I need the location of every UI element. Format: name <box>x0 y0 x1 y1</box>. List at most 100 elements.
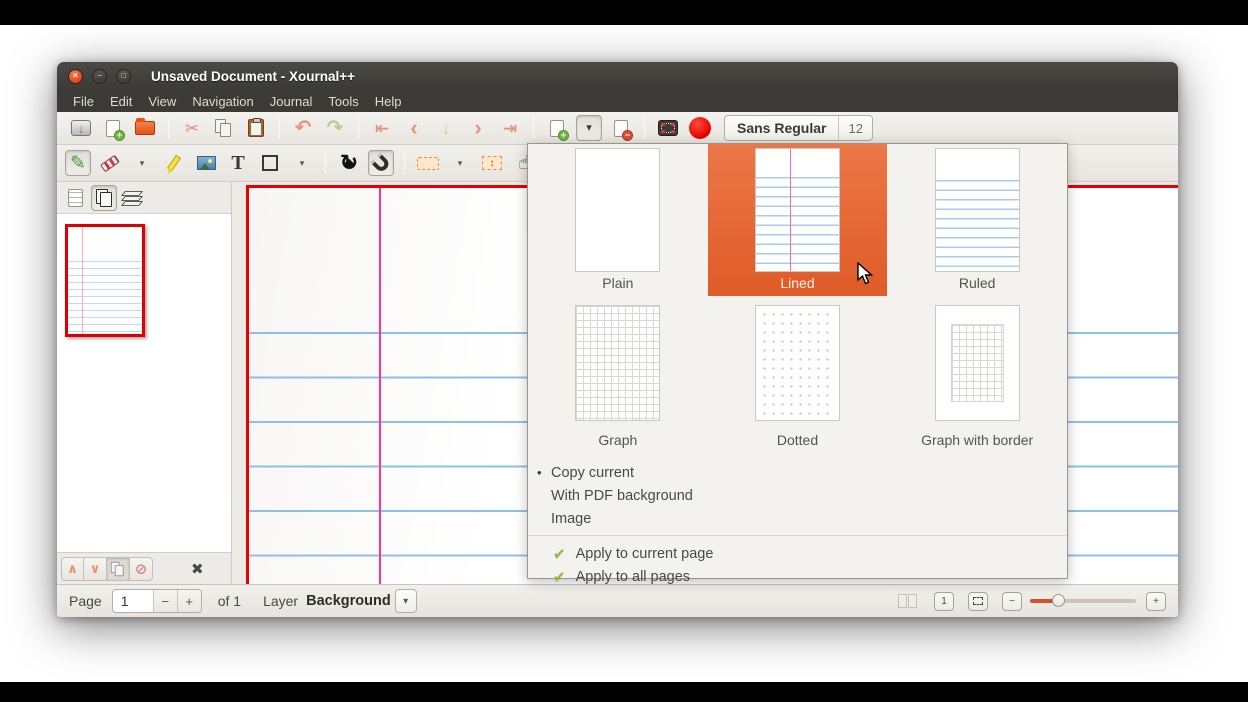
insert-image-button[interactable] <box>193 150 219 176</box>
move-page-up-button[interactable]: ∧ <box>61 557 84 581</box>
undo-icon: ↶ <box>295 118 312 138</box>
menu-navigation[interactable]: Navigation <box>184 92 261 111</box>
record-button[interactable] <box>687 115 713 141</box>
delete-page-sidebar-button[interactable]: ⊘ <box>130 557 153 581</box>
highlighter-tool-button[interactable] <box>161 150 187 176</box>
shape-options-button[interactable]: ▾ <box>289 150 315 176</box>
menu-journal[interactable]: Journal <box>262 92 321 111</box>
layer-2 <box>121 196 143 201</box>
page-count-label: of 1 <box>218 593 241 609</box>
pen-tool-button[interactable]: ✎ <box>65 150 91 176</box>
paste-button[interactable] <box>243 115 269 141</box>
page-template-dropdown-button[interactable]: ▾ <box>576 115 602 141</box>
fit-page-icon <box>973 597 983 605</box>
copy-page-button[interactable] <box>107 557 130 581</box>
menubar: File Edit View Navigation Journal Tools … <box>57 90 1178 112</box>
menu-help[interactable]: Help <box>367 92 410 111</box>
font-size: 12 <box>839 121 871 136</box>
option-label: With PDF background <box>551 488 693 504</box>
next-page-button[interactable]: › <box>465 115 491 141</box>
shape-tool-button[interactable] <box>257 150 283 176</box>
option-label: Image <box>551 511 591 527</box>
tab-layers[interactable] <box>120 185 146 211</box>
page-number-input[interactable]: 1 <box>113 593 153 609</box>
tab-page-preview[interactable] <box>91 185 117 211</box>
graph-grid <box>576 306 659 420</box>
close-button[interactable]: ✕ <box>68 69 83 84</box>
letterbox-bottom <box>0 682 1248 702</box>
template-plain[interactable]: Plain <box>528 144 708 296</box>
apply-to-current-page[interactable]: ✔ Apply to current page <box>528 542 1067 565</box>
last-page-icon: ⇥ <box>503 120 517 137</box>
cut-button[interactable]: ✂ <box>179 115 205 141</box>
font-selector-button[interactable]: Sans Regular 12 <box>724 115 873 141</box>
new-document-button[interactable]: + <box>100 115 126 141</box>
tab-contents[interactable] <box>62 185 88 211</box>
insert-page-button[interactable]: + <box>544 115 570 141</box>
selection-rectangle-icon <box>417 157 439 170</box>
first-page-button[interactable]: ⇤ <box>369 115 395 141</box>
redo-button[interactable]: ↷ <box>322 115 348 141</box>
lined-thumbnail <box>755 148 840 272</box>
zoom-slider-handle[interactable] <box>1052 594 1065 607</box>
menu-file[interactable]: File <box>65 92 102 111</box>
rotation-snapping-button[interactable]: ◆ ↻ <box>336 150 362 176</box>
dual-page-left <box>898 594 907 608</box>
minimize-icon: − <box>97 72 102 80</box>
statusbar: Page 1 − + of 1 Layer Background ▾ 1 − <box>57 584 1178 617</box>
zoom-out-icon: − <box>1009 596 1015 607</box>
magnet-icon <box>371 153 392 174</box>
open-button[interactable] <box>132 115 158 141</box>
last-page-button[interactable]: ⇥ <box>497 115 523 141</box>
sidebar-bottom-toolbar: ∧ ∨ ⊘ ✖ <box>57 552 231 584</box>
maximize-button[interactable]: □ <box>116 69 131 84</box>
fullscreen-button[interactable] <box>655 115 681 141</box>
eraser-tool-button[interactable] <box>97 150 123 176</box>
layer-dropdown-button[interactable]: ▾ <box>395 589 417 613</box>
page-thumbnail-selected[interactable] <box>65 224 145 337</box>
menu-tools[interactable]: Tools <box>320 92 366 111</box>
menu-view[interactable]: View <box>140 92 184 111</box>
copy-page-front <box>220 123 231 137</box>
graph-thumbnail <box>575 305 660 421</box>
zoom-fit-button[interactable] <box>968 592 988 611</box>
text-tool-button[interactable]: T <box>225 150 251 176</box>
delete-page-button[interactable]: − <box>608 115 634 141</box>
page-increment-button[interactable]: + <box>177 590 201 612</box>
open-folder-icon <box>135 121 155 135</box>
graph-border-thumbnail <box>935 305 1020 421</box>
zoom-slider[interactable] <box>1030 599 1136 603</box>
select-options-button[interactable]: ▾ <box>447 150 473 176</box>
previous-page-button[interactable]: ‹ <box>401 115 427 141</box>
minimize-button[interactable]: − <box>92 69 107 84</box>
eraser-options-button[interactable]: ▾ <box>129 150 155 176</box>
template-dotted[interactable]: Dotted <box>708 296 888 453</box>
zoom-100-button[interactable]: 1 <box>934 592 954 611</box>
copy-button[interactable] <box>211 115 237 141</box>
apply-to-all-pages[interactable]: ✔ Apply to all pages <box>528 565 1067 588</box>
menu-edit[interactable]: Edit <box>102 92 140 111</box>
template-graph-with-border[interactable]: Graph with border <box>887 296 1067 453</box>
option-image[interactable]: Image <box>528 507 1067 530</box>
move-page-down-button[interactable]: ∨ <box>84 557 107 581</box>
zoom-out-button[interactable]: − <box>1002 592 1022 611</box>
page-down-button[interactable]: ↓ <box>433 115 459 141</box>
template-options: • Copy current With PDF background Image… <box>528 453 1067 588</box>
zoom-in-icon: + <box>1153 596 1159 607</box>
option-copy-current[interactable]: • Copy current <box>528 461 1067 484</box>
option-with-pdf-background[interactable]: With PDF background <box>528 484 1067 507</box>
page-decrement-button[interactable]: − <box>153 590 177 612</box>
template-graph[interactable]: Graph <box>528 296 708 453</box>
close-sidebar-button[interactable]: ✖ <box>191 560 204 578</box>
vertical-space-tool-button[interactable]: ↕ <box>479 150 505 176</box>
template-ruled[interactable]: Ruled <box>887 144 1067 296</box>
save-button[interactable]: ↓ <box>68 115 94 141</box>
copy-icon <box>215 119 233 137</box>
dual-page-view-button[interactable] <box>898 594 918 609</box>
undo-button[interactable]: ↶ <box>290 115 316 141</box>
select-region-button[interactable] <box>415 150 441 176</box>
action-label: Apply to current page <box>576 546 714 562</box>
grid-snapping-button[interactable] <box>368 150 394 176</box>
layer-1 <box>121 191 143 196</box>
zoom-in-button[interactable]: + <box>1146 592 1166 611</box>
